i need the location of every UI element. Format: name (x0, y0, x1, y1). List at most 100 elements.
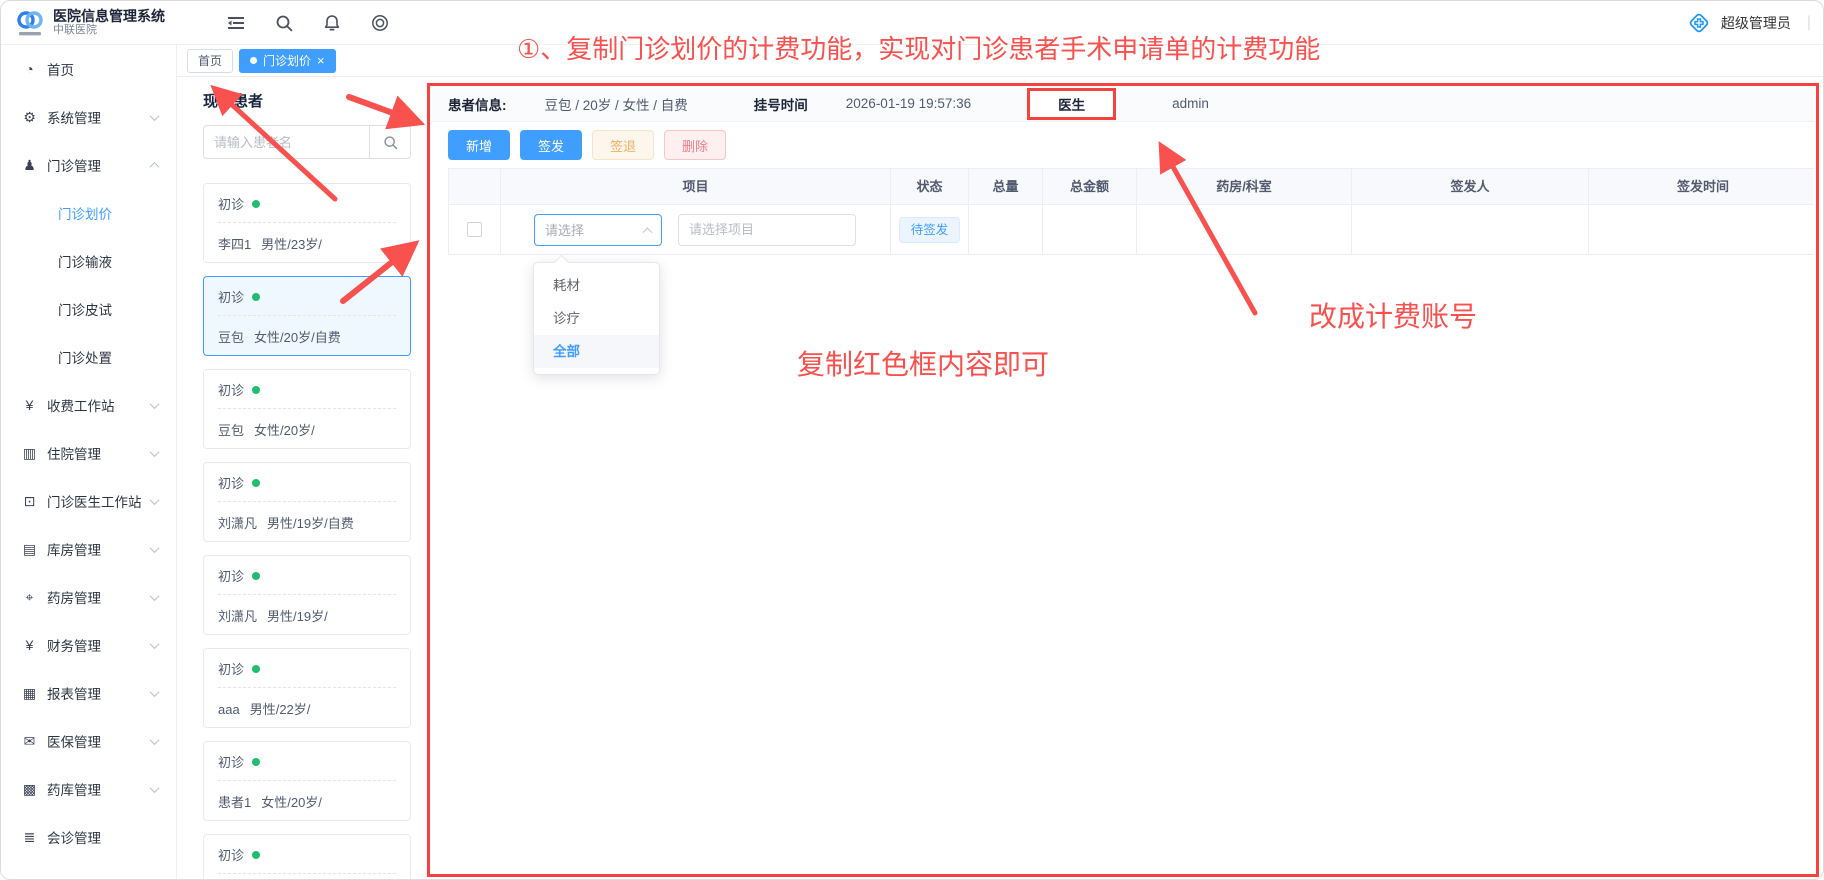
delete-button[interactable]: 删除 (664, 130, 726, 160)
app-window: 医院信息管理系统 中联医院 (0, 0, 1824, 880)
col-issue-time: 签发时间 (1589, 169, 1814, 205)
gear-icon: ⚙ (21, 109, 38, 126)
status-dot (252, 200, 260, 208)
status-dot (252, 386, 260, 394)
close-icon[interactable]: × (317, 54, 325, 67)
sidebar-item-maintenance-system[interactable]: ▤ 维护系统 (1, 861, 176, 880)
status-dot (252, 758, 260, 766)
row-checkbox[interactable] (467, 222, 482, 237)
status-dot (252, 665, 260, 673)
cell-issuer (1352, 205, 1589, 255)
sidebar-item-pharmacy-management[interactable]: ⌖ 药房管理 (1, 573, 176, 621)
col-checkbox (449, 169, 501, 205)
item-select-input[interactable] (678, 214, 856, 246)
annotation-account-note: 改成计费账号 (1309, 295, 1477, 335)
sidebar-item-system-management[interactable]: ⚙ 系统管理 (1, 93, 176, 141)
sidebar-item-medical-insurance-management[interactable]: ✉ 医保管理 (1, 717, 176, 765)
patient-search-input[interactable] (203, 125, 369, 159)
patient-card-selected[interactable]: 初诊 豆包女性/20岁/自费 (203, 276, 411, 356)
sidebar-item-warehouse-management[interactable]: ▤ 库房管理 (1, 525, 176, 573)
collapse-menu-icon[interactable] (227, 14, 245, 32)
divider: | (1807, 14, 1811, 32)
image-icon: ▩ (21, 781, 38, 798)
chevron-down-icon (150, 111, 160, 121)
brand: 医院信息管理系统 中联医院 (1, 8, 177, 38)
sidebar-item-consultation-management[interactable]: ≣ 会诊管理 (1, 813, 176, 861)
registration-time-value: 2026-01-19 19:57:36 (846, 96, 971, 111)
status-badge: 待签发 (899, 217, 961, 243)
patient-card[interactable]: 初诊 刘潇凡男性/19岁/自费 (203, 462, 411, 542)
chevron-down-icon (150, 447, 160, 457)
sign-out-button[interactable]: 签退 (592, 130, 654, 160)
notification-bell-icon[interactable] (323, 14, 341, 32)
billing-items-table: 项目 状态 总量 总金额 药房/科室 签发人 签发时间 请选择 待签发 (448, 168, 1814, 255)
item-type-select[interactable]: 请选择 (534, 214, 662, 246)
yen-icon: ¥ (21, 397, 38, 413)
search-icon (383, 135, 398, 150)
user-role-name: 超级管理员 (1721, 13, 1791, 33)
app-subtitle: 中联医院 (53, 24, 165, 37)
fullscreen-circle-icon[interactable] (371, 14, 389, 32)
sidebar-item-outpatient-pricing[interactable]: 门诊划价 (1, 189, 176, 237)
sidebar-nav: ◔ 首页 ⚙ 系统管理 ♟ 门诊管理 门诊划价 门诊输液 门诊皮试 门诊处置 ¥… (1, 45, 177, 880)
users-icon: ♟ (21, 157, 38, 174)
bar-chart-icon: ▥ (21, 445, 38, 462)
chevron-down-icon (150, 543, 160, 553)
col-item: 项目 (501, 169, 891, 205)
patient-search-button[interactable] (369, 125, 411, 159)
sidebar-item-outpatient-doctor-workstation[interactable]: ⊡ 门诊医生工作站 (1, 477, 176, 525)
patient-card[interactable]: 初诊 (203, 834, 411, 880)
patient-card[interactable]: 初诊 豆包女性/20岁/ (203, 369, 411, 449)
panel-title: 现诊患者 (203, 90, 411, 111)
patient-search (203, 125, 411, 159)
sidebar-item-finance-management[interactable]: ¥ 财务管理 (1, 621, 176, 669)
chevron-down-icon (150, 783, 160, 793)
add-button[interactable]: 新增 (448, 130, 510, 160)
active-tab-dot (250, 57, 257, 64)
documents-icon: ▤ (21, 541, 38, 558)
cell-issue-time (1589, 205, 1814, 255)
tab-outpatient-pricing[interactable]: 门诊划价 × (239, 49, 336, 73)
doctor-value: admin (1172, 96, 1209, 111)
chevron-up-icon (643, 227, 653, 237)
tab-home[interactable]: 首页 (187, 49, 233, 73)
chevron-down-icon (150, 687, 160, 697)
monitor-icon: ⊡ (21, 493, 38, 510)
item-type-dropdown: 耗材 诊疗 全部 (533, 262, 660, 375)
documents-icon: ▤ (21, 877, 38, 880)
search-icon[interactable] (275, 14, 293, 32)
sidebar-item-report-management[interactable]: ▦ 报表管理 (1, 669, 176, 717)
dropdown-option-consumables[interactable]: 耗材 (534, 269, 659, 302)
doctor-label: 医生 (1058, 98, 1085, 113)
patient-card[interactable]: 初诊 患者1女性/20岁/ (203, 741, 411, 821)
col-issuer: 签发人 (1352, 169, 1589, 205)
dashboard-icon: ◔ (21, 61, 38, 77)
patient-info-value: 豆包 / 20岁 / 女性 / 自费 (545, 94, 688, 114)
sidebar-item-outpatient-management[interactable]: ♟ 门诊管理 (1, 141, 176, 189)
sidebar-item-outpatient-infusion[interactable]: 门诊输液 (1, 237, 176, 285)
user-area[interactable]: 超级管理员 | (1687, 11, 1824, 35)
patient-card[interactable]: 初诊 李四1男性/23岁/ (203, 183, 411, 263)
sidebar-item-home[interactable]: ◔ 首页 (1, 45, 176, 93)
col-total-amount: 总金额 (1043, 169, 1137, 205)
chevron-down-icon (150, 591, 160, 601)
col-total-qty: 总量 (969, 169, 1043, 205)
table-header-row: 项目 状态 总量 总金额 药房/科室 签发人 签发时间 (449, 169, 1814, 205)
chevron-down-icon (150, 495, 160, 505)
dropdown-option-all[interactable]: 全部 (534, 335, 659, 368)
issue-button[interactable]: 签发 (520, 130, 582, 160)
action-button-row: 新增 签发 签退 删除 (448, 130, 1814, 160)
sidebar-item-charging-workstation[interactable]: ¥ 收费工作站 (1, 381, 176, 429)
patient-card[interactable]: 初诊 刘潇凡男性/19岁/ (203, 555, 411, 635)
topbar-icon-group (227, 14, 389, 32)
dropdown-option-treatment[interactable]: 诊疗 (534, 302, 659, 335)
sidebar-item-drug-storage-management[interactable]: ▩ 药库管理 (1, 765, 176, 813)
sidebar-item-outpatient-skin-test[interactable]: 门诊皮试 (1, 285, 176, 333)
chevron-down-icon (150, 639, 160, 649)
sidebar-item-inpatient-management[interactable]: ▥ 住院管理 (1, 429, 176, 477)
medical-cross-icon (1687, 11, 1711, 35)
crosshair-icon: ⌖ (21, 589, 38, 606)
patient-card[interactable]: 初诊 aaa男性/22岁/ (203, 648, 411, 728)
sidebar-item-outpatient-disposal[interactable]: 门诊处置 (1, 333, 176, 381)
chevron-down-icon (150, 399, 160, 409)
